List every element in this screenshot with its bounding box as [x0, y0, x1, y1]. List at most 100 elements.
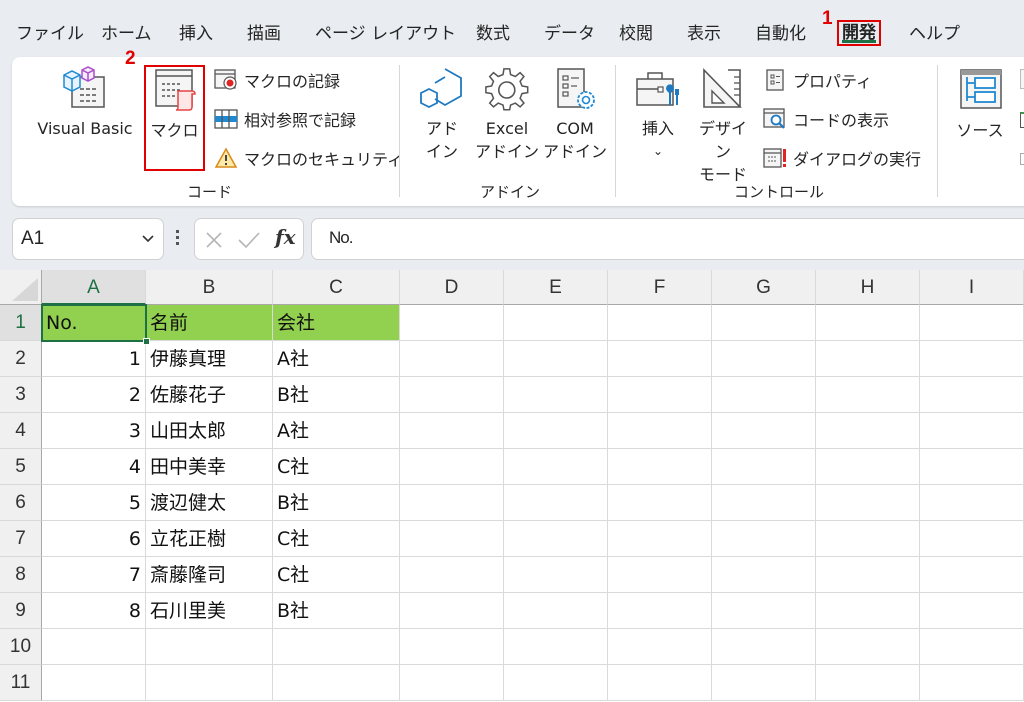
row-header-10[interactable]: 10	[0, 629, 42, 665]
cell-g1[interactable]	[712, 305, 816, 341]
cell-e11[interactable]	[504, 665, 608, 701]
cell-d1[interactable]	[400, 305, 504, 341]
formula-bar-splitter-handle[interactable]	[176, 230, 180, 248]
cell-i2[interactable]	[920, 341, 1024, 377]
cell-h9[interactable]	[816, 593, 920, 629]
cell-i9[interactable]	[920, 593, 1024, 629]
cell-f2[interactable]	[608, 341, 712, 377]
cell-b5[interactable]: 田中美幸	[146, 449, 273, 485]
cell-c6[interactable]: B社	[273, 485, 400, 521]
cell-a1[interactable]: No.	[42, 305, 146, 341]
cell-i6[interactable]	[920, 485, 1024, 521]
column-header-a[interactable]: A	[42, 270, 146, 305]
tab-data[interactable]: データ	[544, 21, 595, 47]
enter-checkmark-icon[interactable]	[237, 230, 261, 250]
cell-i1[interactable]	[920, 305, 1024, 341]
excel-add-ins-button[interactable]: Excel アドイン	[474, 67, 540, 163]
cell-a5[interactable]: 4	[42, 449, 146, 485]
cell-f5[interactable]	[608, 449, 712, 485]
cell-h4[interactable]	[816, 413, 920, 449]
cell-e9[interactable]	[504, 593, 608, 629]
insert-function-icon[interactable]: fx	[275, 225, 296, 249]
tab-help[interactable]: ヘルプ	[909, 21, 960, 47]
design-mode-button[interactable]: デザイン モード	[692, 67, 754, 186]
name-box[interactable]: A1	[12, 218, 164, 260]
tab-page-layout[interactable]: ページ レイアウト	[315, 21, 456, 47]
cell-f10[interactable]	[608, 629, 712, 665]
cell-h6[interactable]	[816, 485, 920, 521]
cell-f7[interactable]	[608, 521, 712, 557]
view-code-button[interactable]: コードの表示	[763, 106, 889, 132]
visual-basic-button[interactable]: Visual Basic	[30, 65, 140, 140]
cell-h7[interactable]	[816, 521, 920, 557]
row-header-7[interactable]: 7	[0, 521, 42, 557]
cell-e5[interactable]	[504, 449, 608, 485]
column-header-h[interactable]: H	[816, 270, 920, 305]
add-ins-button[interactable]: アド イン	[417, 67, 467, 163]
cell-d2[interactable]	[400, 341, 504, 377]
row-header-1[interactable]: 1	[0, 305, 42, 341]
row-header-2[interactable]: 2	[0, 341, 42, 377]
cell-c9[interactable]: B社	[273, 593, 400, 629]
xml-map-properties-icon[interactable]	[1020, 69, 1024, 89]
cell-a3[interactable]: 2	[42, 377, 146, 413]
cell-e3[interactable]	[504, 377, 608, 413]
tab-review[interactable]: 校閲	[619, 21, 653, 47]
cell-c7[interactable]: C社	[273, 521, 400, 557]
cell-b9[interactable]: 石川里美	[146, 593, 273, 629]
cell-g11[interactable]	[712, 665, 816, 701]
cell-g7[interactable]	[712, 521, 816, 557]
macro-security-button[interactable]: マクロのセキュリティ	[214, 145, 403, 171]
cell-g3[interactable]	[712, 377, 816, 413]
cell-e6[interactable]	[504, 485, 608, 521]
xml-source-button[interactable]: ソース	[954, 67, 1006, 142]
cell-f3[interactable]	[608, 377, 712, 413]
cell-d3[interactable]	[400, 377, 504, 413]
cell-c2[interactable]: A社	[273, 341, 400, 377]
column-header-i[interactable]: I	[920, 270, 1024, 305]
cell-a2[interactable]: 1	[42, 341, 146, 377]
macros-button[interactable]: マクロ	[146, 67, 203, 142]
cell-g9[interactable]	[712, 593, 816, 629]
cell-b7[interactable]: 立花正樹	[146, 521, 273, 557]
cell-e10[interactable]	[504, 629, 608, 665]
row-header-4[interactable]: 4	[0, 413, 42, 449]
cell-i3[interactable]	[920, 377, 1024, 413]
xml-expansion-packs-icon[interactable]	[1020, 112, 1024, 128]
tab-insert[interactable]: 挿入	[179, 21, 213, 47]
cell-b3[interactable]: 佐藤花子	[146, 377, 273, 413]
column-header-c[interactable]: C	[273, 270, 400, 305]
cell-d5[interactable]	[400, 449, 504, 485]
cell-d8[interactable]	[400, 557, 504, 593]
cell-f11[interactable]	[608, 665, 712, 701]
cell-a7[interactable]: 6	[42, 521, 146, 557]
cell-e7[interactable]	[504, 521, 608, 557]
cell-d10[interactable]	[400, 629, 504, 665]
com-add-ins-button[interactable]: COM アドイン	[542, 67, 608, 163]
tab-formulas[interactable]: 数式	[476, 21, 510, 47]
row-header-3[interactable]: 3	[0, 377, 42, 413]
cell-a10[interactable]	[42, 629, 146, 665]
cancel-icon[interactable]	[204, 230, 224, 250]
cell-h3[interactable]	[816, 377, 920, 413]
cell-b1[interactable]: 名前	[146, 305, 273, 341]
cell-f9[interactable]	[608, 593, 712, 629]
row-header-9[interactable]: 9	[0, 593, 42, 629]
cell-f6[interactable]	[608, 485, 712, 521]
select-all-button[interactable]	[0, 270, 42, 305]
formula-input[interactable]: No.	[311, 218, 1024, 260]
chevron-down-icon[interactable]	[141, 234, 155, 244]
cell-f4[interactable]	[608, 413, 712, 449]
cell-i8[interactable]	[920, 557, 1024, 593]
use-relative-references-button[interactable]: 相対参照で記録	[214, 106, 356, 132]
row-header-8[interactable]: 8	[0, 557, 42, 593]
cell-b2[interactable]: 伊藤真理	[146, 341, 273, 377]
tab-draw[interactable]: 描画	[247, 21, 281, 47]
cell-c1[interactable]: 会社	[273, 305, 400, 341]
cell-h11[interactable]	[816, 665, 920, 701]
cell-h2[interactable]	[816, 341, 920, 377]
cell-d9[interactable]	[400, 593, 504, 629]
column-header-b[interactable]: B	[146, 270, 273, 305]
xml-refresh-data-icon[interactable]	[1020, 153, 1024, 165]
row-header-11[interactable]: 11	[0, 665, 42, 701]
